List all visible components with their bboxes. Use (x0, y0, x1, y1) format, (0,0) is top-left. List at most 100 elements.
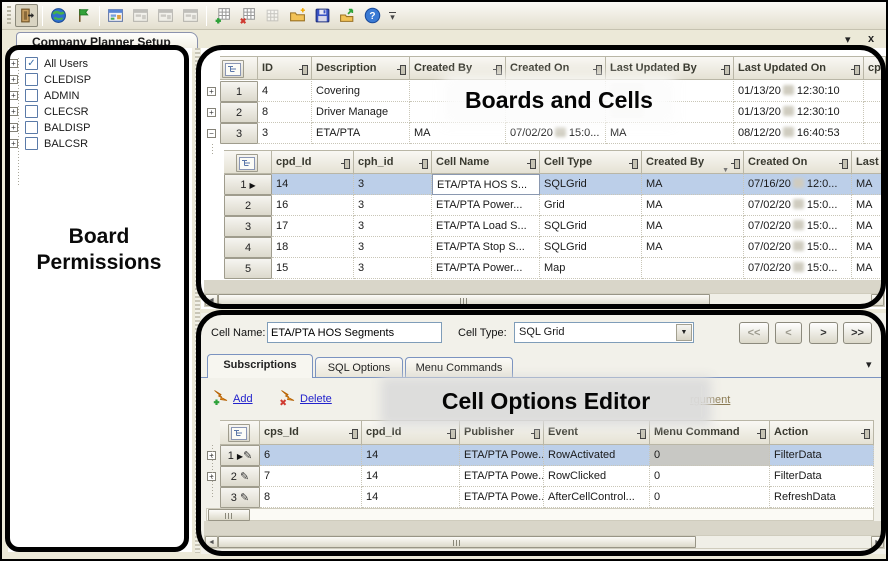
table-row[interactable]: 3 3 ETA/PTA MA 07/02/2015:0... MA 08/12/… (2, 123, 888, 144)
column-header-last-update[interactable]: Last Update (852, 150, 886, 174)
cell-created-by[interactable]: MA (642, 174, 744, 195)
column-header-menu-command[interactable]: Menu Command (650, 420, 770, 445)
column-header-cell-name[interactable]: Cell Name (432, 150, 540, 174)
column-header-cell-type[interactable]: Cell Type (540, 150, 642, 174)
band-indicator-icon[interactable] (222, 60, 244, 78)
column-header-event[interactable]: Event (544, 420, 650, 445)
cell-cph-id[interactable]: 3 (354, 258, 432, 279)
cell-last-updated-by[interactable]: MA (852, 258, 886, 279)
pin-icon[interactable] (861, 429, 870, 438)
pin-icon[interactable] (531, 429, 540, 438)
cell-cph-id[interactable]: 3 (354, 174, 432, 195)
add-icon[interactable] (212, 388, 230, 406)
nav-next-button[interactable]: > (809, 322, 838, 344)
web-icon[interactable] (47, 4, 70, 27)
cell-created-on[interactable]: 07/02/2015:0... (744, 195, 852, 216)
pin-icon[interactable] (447, 429, 456, 438)
scroll-right-icon[interactable]: ► (871, 536, 884, 548)
add-link[interactable]: Add (233, 391, 253, 407)
cell-created-by[interactable]: MA (410, 123, 506, 144)
cell-created-by[interactable] (642, 258, 744, 279)
pin-icon[interactable] (419, 159, 428, 168)
cell-cpd-id[interactable]: 14 (272, 174, 354, 195)
scroll-left-icon[interactable]: ◄ (205, 294, 218, 306)
row-header[interactable]: 3 (224, 216, 272, 237)
cell-cph-id[interactable]: 3 (354, 237, 432, 258)
cell-created-on[interactable]: 07/02/2015:0... (744, 258, 852, 279)
column-header-last-updated-on[interactable]: Last Updated On (734, 56, 864, 80)
cell-cpd-id[interactable]: 14 (362, 466, 460, 487)
column-header-created-on[interactable]: Created On (744, 150, 852, 174)
table-row-selected[interactable]: 1 ▶ 14 3 ETA/PTA HOS S... SQLGrid MA 07/… (2, 174, 888, 195)
cell-created-on[interactable]: 07/02/2015:0... (506, 123, 606, 144)
table-row[interactable]: 3 ✎ 8 14 ETA/PTA Powe... AfterCellContro… (2, 487, 888, 508)
tab-sql-options[interactable]: SQL Options (315, 357, 403, 378)
column-header-cph-id[interactable]: cph_id (354, 150, 432, 174)
band-indicator-icon[interactable] (228, 424, 250, 442)
pin-icon[interactable] (493, 65, 502, 74)
cell-cph[interactable] (864, 81, 886, 102)
nav-first-button[interactable]: << (739, 322, 769, 344)
board-disabled-icon[interactable] (179, 4, 202, 27)
cell-action[interactable]: FilterData (770, 466, 874, 487)
export-icon[interactable] (336, 4, 359, 27)
cell-cell-type[interactable]: SQLGrid (540, 216, 642, 237)
toolbar-grip[interactable] (7, 6, 11, 26)
cell-cell-name[interactable]: ETA/PTA Load S... (432, 216, 540, 237)
column-header-cpd-id[interactable]: cpd_Id (362, 420, 460, 445)
cell-publisher[interactable]: ETA/PTA Powe... (460, 445, 544, 466)
cell-cph[interactable] (864, 102, 886, 123)
toolbar-options-icon[interactable]: ▾ (389, 12, 396, 20)
pin-icon[interactable] (349, 429, 358, 438)
cell-menu-command[interactable]: 0 (650, 487, 770, 508)
cell-last-updated-by[interactable]: MA (852, 174, 886, 195)
cell-cell-type[interactable]: SQLGrid (540, 237, 642, 258)
cell-last-updated-by[interactable]: MA (852, 195, 886, 216)
help-icon[interactable]: ? (361, 4, 384, 27)
pin-icon[interactable] (299, 65, 308, 74)
cell-id[interactable]: 4 (258, 81, 312, 102)
save-icon[interactable] (311, 4, 334, 27)
column-header-id[interactable]: ID (258, 56, 312, 80)
row-header[interactable]: 3 (220, 123, 258, 144)
chevron-down-icon[interactable]: ▼ (676, 324, 692, 341)
open-folder-icon[interactable] (286, 4, 309, 27)
tab-subscriptions[interactable]: Subscriptions (207, 354, 313, 378)
scrollbar-thumb[interactable] (208, 509, 250, 521)
cell-cell-type[interactable]: Grid (540, 195, 642, 216)
row-header[interactable]: 5 (224, 258, 272, 279)
horizontal-scrollbar[interactable]: ◄ ► (204, 293, 885, 307)
band-indicator[interactable] (220, 56, 258, 80)
tab-close-icon[interactable]: x (868, 33, 874, 45)
cell-description[interactable]: ETA/PTA (312, 123, 410, 144)
pin-icon[interactable] (839, 159, 848, 168)
cell-created-by[interactable]: MA (642, 237, 744, 258)
row-header[interactable]: 3 ✎ (220, 487, 260, 508)
cell-menu-command[interactable]: 0 (650, 466, 770, 487)
pin-icon[interactable] (851, 65, 860, 74)
cell-cpd-id[interactable]: 15 (272, 258, 354, 279)
cell-description[interactable]: Covering (312, 81, 410, 102)
cell-cpd-id[interactable]: 14 (362, 445, 460, 466)
cell-last-updated-on[interactable]: 01/13/2012:30:10 (734, 81, 864, 102)
board-disabled-icon[interactable] (154, 4, 177, 27)
cell-cph-id[interactable]: 3 (354, 216, 432, 237)
row-header[interactable]: 2 (224, 195, 272, 216)
cell-cps-id[interactable]: 7 (260, 466, 362, 487)
table-row[interactable]: 4 18 3 ETA/PTA Stop S... SQLGrid MA 07/0… (2, 237, 888, 258)
scroll-right-icon[interactable]: ► (871, 294, 884, 306)
cell-last-updated-by[interactable]: MA (852, 216, 886, 237)
cell-menu-command[interactable]: 0 (650, 445, 770, 466)
cell-event[interactable]: RowClicked (544, 466, 650, 487)
band-indicator[interactable] (224, 150, 272, 174)
delete-link[interactable]: Delete (300, 391, 332, 407)
cell-cpd-id[interactable]: 17 (272, 216, 354, 237)
flag-icon[interactable] (72, 4, 95, 27)
cell-cpd-id[interactable]: 18 (272, 237, 354, 258)
board-editor-icon[interactable] (104, 4, 127, 27)
column-header-created-on[interactable]: Created On (506, 56, 606, 80)
column-header-created-by[interactable]: Created By▼ (642, 150, 744, 174)
cell-created-by[interactable]: MA (642, 195, 744, 216)
table-row[interactable]: 2 16 3 ETA/PTA Power... Grid MA 07/02/20… (2, 195, 888, 216)
cell-cps-id[interactable]: 6 (260, 445, 362, 466)
